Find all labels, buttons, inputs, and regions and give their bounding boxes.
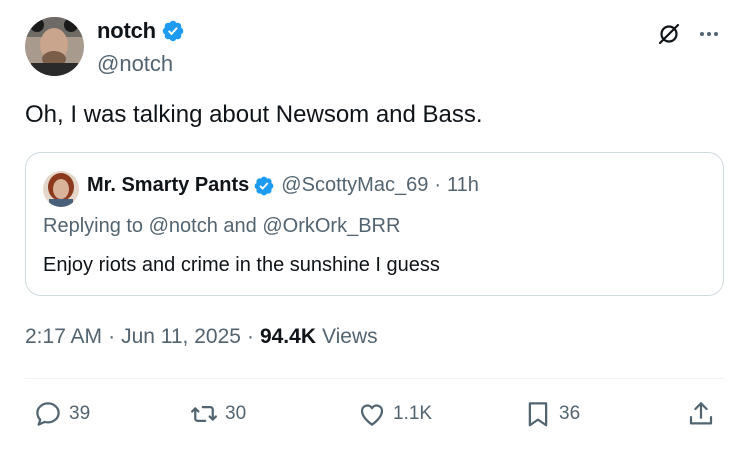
bookmark-icon [528,402,548,427]
verified-badge-icon[interactable] [161,19,185,43]
views-count[interactable]: 94.4K [260,325,316,349]
tweet-meta: 2:17 AM · Jun 11, 2025 · 94.4K Views [25,325,378,349]
more-icon[interactable] [697,22,721,46]
quoted-avatar[interactable] [43,171,79,207]
replying-to: Replying to @notch and @OrkOrk_BRR [43,215,400,238]
verified-badge-icon[interactable] [253,175,275,197]
quoted-display-name[interactable]: Mr. Smarty Pants [87,174,249,197]
author-name-row: notch [97,18,185,44]
author-avatar[interactable] [25,17,84,76]
author-display-name[interactable]: notch [97,18,156,44]
tweet-date[interactable]: Jun 11, 2025 [121,325,241,349]
quoted-tweet[interactable]: Mr. Smarty Pants @ScottyMac_69 · 11h Rep… [25,152,724,296]
retweet-button[interactable]: 30 [189,399,246,429]
quoted-name-row: Mr. Smarty Pants @ScottyMac_69 · 11h [87,174,479,197]
bookmark-button[interactable]: 36 [523,399,580,429]
reply-count: 39 [69,403,91,424]
share-button[interactable] [686,399,716,429]
views-label: Views [322,325,378,348]
separator-dot: · [108,325,116,348]
reply-icon [36,402,60,426]
separator-dot: · [434,174,441,196]
retweet-icon [191,406,217,422]
retweet-count: 30 [225,403,247,424]
tweet-text: Oh, I was talking about Newsom and Bass. [25,101,483,128]
grok-icon[interactable] [657,22,681,46]
divider [25,378,724,379]
tweet-time[interactable]: 2:17 AM [25,325,102,349]
bookmark-count: 36 [559,403,581,424]
reply-mention-2[interactable]: @OrkOrk_BRR [262,215,400,237]
reply-mention-1[interactable]: @notch [149,215,218,237]
like-button[interactable]: 1.1K [357,399,432,429]
quoted-tweet-text: Enjoy riots and crime in the sunshine I … [43,254,440,276]
separator-dot: · [246,325,254,348]
share-icon [689,402,713,425]
reply-button[interactable]: 39 [33,399,90,429]
replying-to-prefix: Replying to [43,215,144,237]
like-count: 1.1K [393,403,433,424]
quoted-timestamp[interactable]: 11h [447,174,479,197]
quoted-handle[interactable]: @ScottyMac_69 [281,174,428,197]
like-icon [360,404,384,426]
author-handle[interactable]: @notch [97,51,173,77]
replying-to-and: and [223,215,257,237]
